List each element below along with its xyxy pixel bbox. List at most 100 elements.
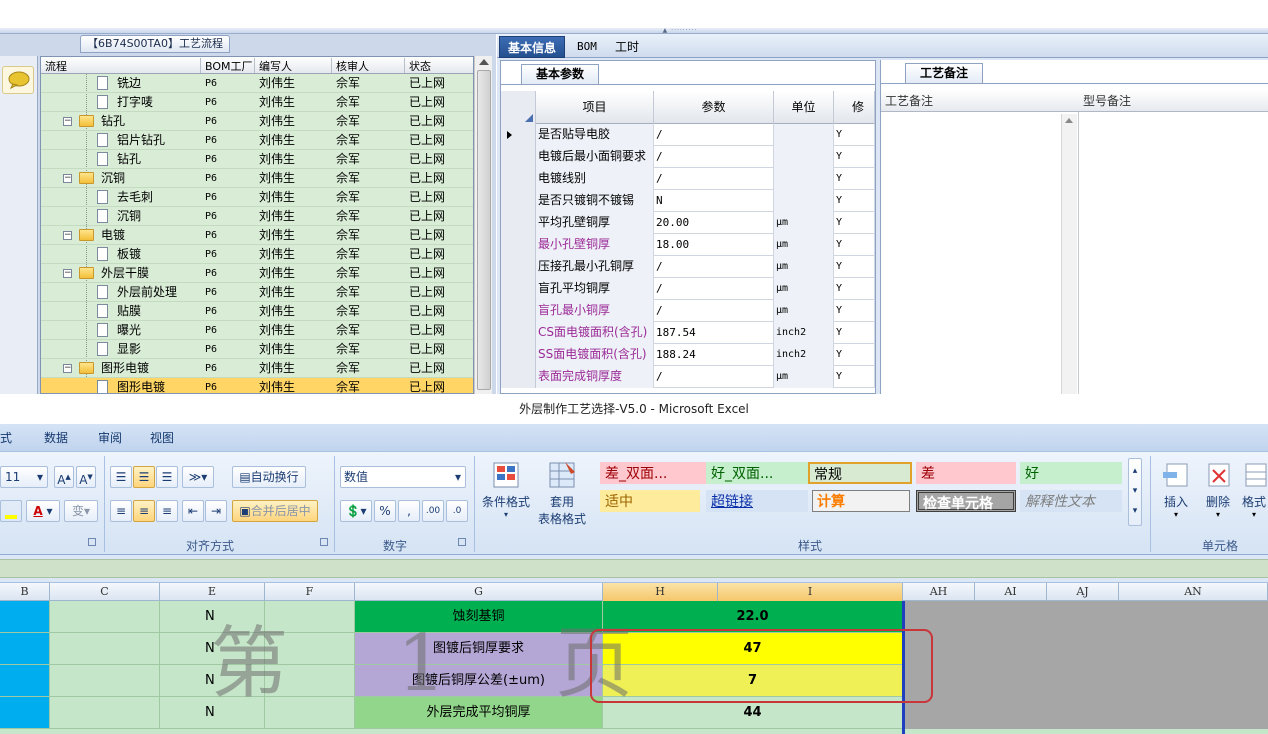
tree-row[interactable]: − 钻孔 P6 刘伟生 佘军 已上网 xyxy=(41,112,473,131)
cell-b[interactable] xyxy=(0,697,50,729)
cell-outside-print-area[interactable] xyxy=(905,665,1268,697)
row-header[interactable] xyxy=(501,344,536,366)
cell-style-item[interactable]: 适中 xyxy=(600,490,700,512)
tree-row[interactable]: 曝光 P6 刘伟生 佘军 已上网 xyxy=(41,321,473,340)
number-launcher-icon[interactable] xyxy=(458,538,466,546)
tab-process-notes[interactable]: 工艺备注 xyxy=(905,63,983,83)
tree-row[interactable]: 钻孔 P6 刘伟生 佘军 已上网 xyxy=(41,150,473,169)
cell-c[interactable] xyxy=(50,601,160,633)
currency-button[interactable]: 💲▾ xyxy=(340,500,372,522)
process-tree[interactable]: 流程 BOM工厂 编写人 核审人 状态 铣边 P6 刘伟生 佘军 已上网 打字唛 P6 刘伟生… xyxy=(40,56,474,394)
font-launcher-icon[interactable] xyxy=(88,538,96,546)
param-value[interactable]: / xyxy=(654,278,774,300)
phonetic-button[interactable]: 变▾ xyxy=(64,500,98,522)
param-row[interactable]: 是否贴导电胶 / Y xyxy=(501,124,875,146)
cell-style-item[interactable]: 超链接 xyxy=(706,490,808,512)
tab-data[interactable]: 数据 xyxy=(44,429,68,446)
row-header[interactable] xyxy=(501,124,536,146)
merge-center-button[interactable]: ▣合并后居中 xyxy=(232,500,318,522)
tab-format[interactable]: 式 xyxy=(0,429,12,446)
column-header[interactable]: F xyxy=(265,583,355,601)
cell-b[interactable] xyxy=(0,665,50,697)
percent-button[interactable]: % xyxy=(374,500,396,522)
col-process-notes[interactable]: 工艺备注 xyxy=(881,90,933,112)
cell-style-item[interactable]: 好 xyxy=(1020,462,1122,484)
tab-work-hours[interactable]: 工时 xyxy=(607,36,647,58)
process-notes-area[interactable] xyxy=(881,112,1079,394)
scroll-up-icon[interactable] xyxy=(479,59,489,65)
cell-style-item[interactable]: 常规 xyxy=(808,462,912,484)
tree-row[interactable]: 显影 P6 刘伟生 佘军 已上网 xyxy=(41,340,473,359)
row-header[interactable] xyxy=(501,146,536,168)
row-header[interactable] xyxy=(501,190,536,212)
tree-row[interactable]: 去毛刺 P6 刘伟生 佘军 已上网 xyxy=(41,188,473,207)
param-value[interactable]: 188.24 xyxy=(654,344,774,366)
tree-row[interactable]: 铝片钻孔 P6 刘伟生 佘军 已上网 xyxy=(41,131,473,150)
column-header[interactable]: AJ xyxy=(1047,583,1119,601)
tree-row[interactable]: 沉铜 P6 刘伟生 佘军 已上网 xyxy=(41,207,473,226)
tab-bom[interactable]: BOM xyxy=(569,36,605,58)
column-header[interactable]: AN xyxy=(1119,583,1268,601)
col-flow[interactable]: 流程 xyxy=(41,58,201,73)
param-value[interactable]: / xyxy=(654,146,774,168)
formula-input[interactable] xyxy=(0,559,1268,578)
param-row[interactable]: 盲孔最小铜厚 / μm Y xyxy=(501,300,875,322)
col-item[interactable]: 项目 xyxy=(536,91,654,124)
fill-color-button[interactable] xyxy=(0,500,22,522)
tree-row[interactable]: 外层前处理 P6 刘伟生 佘军 已上网 xyxy=(41,283,473,302)
column-header[interactable]: H xyxy=(603,583,718,601)
align-middle-button[interactable]: ☰ xyxy=(133,466,155,488)
tree-scrollbar[interactable] xyxy=(474,56,492,394)
tree-row[interactable]: − 电镀 P6 刘伟生 佘军 已上网 xyxy=(41,226,473,245)
align-bottom-button[interactable]: ☰ xyxy=(156,466,178,488)
param-value[interactable]: 18.00 xyxy=(654,234,774,256)
col-status[interactable]: 状态 xyxy=(405,58,473,73)
column-header[interactable]: I xyxy=(718,583,903,601)
column-header[interactable]: G xyxy=(355,583,603,601)
row-header[interactable] xyxy=(501,168,536,190)
cell-style-item[interactable]: 检查单元格 xyxy=(916,490,1016,512)
tree-row[interactable]: 图形电镀 P6 刘伟生 佘军 已上网 xyxy=(41,378,473,393)
conditional-format-button[interactable]: 条件格式 ▾ xyxy=(478,456,534,532)
collapse-icon[interactable]: − xyxy=(63,231,72,240)
param-value[interactable]: / xyxy=(654,366,774,388)
align-center-button[interactable]: ≡ xyxy=(133,500,155,522)
tab-basic-info[interactable]: 基本信息 xyxy=(499,36,566,58)
cell-style-item[interactable]: 差 xyxy=(916,462,1016,484)
param-row[interactable]: 表面完成铜厚度 / μm Y xyxy=(501,366,875,388)
tree-row[interactable]: 贴膜 P6 刘伟生 佘军 已上网 xyxy=(41,302,473,321)
number-format-select[interactable]: 数值 ▾ xyxy=(340,466,466,488)
param-row[interactable]: 电镀后最小面铜要求 / Y xyxy=(501,146,875,168)
param-value[interactable]: / xyxy=(654,168,774,190)
column-header[interactable]: AH xyxy=(903,583,975,601)
decrease-decimal-button[interactable]: .0 xyxy=(446,500,468,522)
param-value[interactable]: 20.00 xyxy=(654,212,774,234)
col-model-notes[interactable]: 型号备注 xyxy=(1079,90,1131,112)
notes-scrollbar[interactable] xyxy=(1061,114,1077,394)
align-launcher-icon[interactable] xyxy=(320,538,328,546)
tree-row[interactable]: 铣边 P6 刘伟生 佘军 已上网 xyxy=(41,74,473,93)
row-header[interactable] xyxy=(501,300,536,322)
col-reviewer[interactable]: 核审人 xyxy=(332,58,405,73)
row-header[interactable] xyxy=(501,256,536,278)
tree-row[interactable]: − 沉铜 P6 刘伟生 佘军 已上网 xyxy=(41,169,473,188)
param-row[interactable]: 是否只镀铜不镀锡 N Y xyxy=(501,190,875,212)
process-flow-title[interactable]: 【6B74S00TA0】工艺流程 xyxy=(80,35,230,53)
param-row[interactable]: SS面电镀面积(含孔) 188.24 inch2 Y xyxy=(501,344,875,366)
cell-b[interactable] xyxy=(0,633,50,665)
param-row[interactable]: 盲孔平均铜厚 / μm Y xyxy=(501,278,875,300)
param-value[interactable]: 187.54 xyxy=(654,322,774,344)
format-button[interactable]: 格式 ▾ xyxy=(1240,456,1268,532)
align-top-button[interactable]: ☰ xyxy=(110,466,132,488)
scroll-thumb[interactable] xyxy=(477,70,491,390)
row-header[interactable] xyxy=(501,278,536,300)
shrink-font-button[interactable]: A▼ xyxy=(76,466,96,488)
gallery-scroll[interactable]: ▴ ▾ ▾ xyxy=(1128,458,1142,526)
align-right-button[interactable]: ≡ xyxy=(156,500,178,522)
table-format-button[interactable]: 套用 表格格式 xyxy=(534,456,590,532)
insert-button[interactable]: 插入 ▾ xyxy=(1156,456,1196,532)
tab-basic-params[interactable]: 基本参数 xyxy=(521,64,599,84)
tree-row[interactable]: 板镀 P6 刘伟生 佘军 已上网 xyxy=(41,245,473,264)
collapse-icon[interactable]: − xyxy=(63,364,72,373)
cell-outside-print-area[interactable] xyxy=(905,633,1268,665)
